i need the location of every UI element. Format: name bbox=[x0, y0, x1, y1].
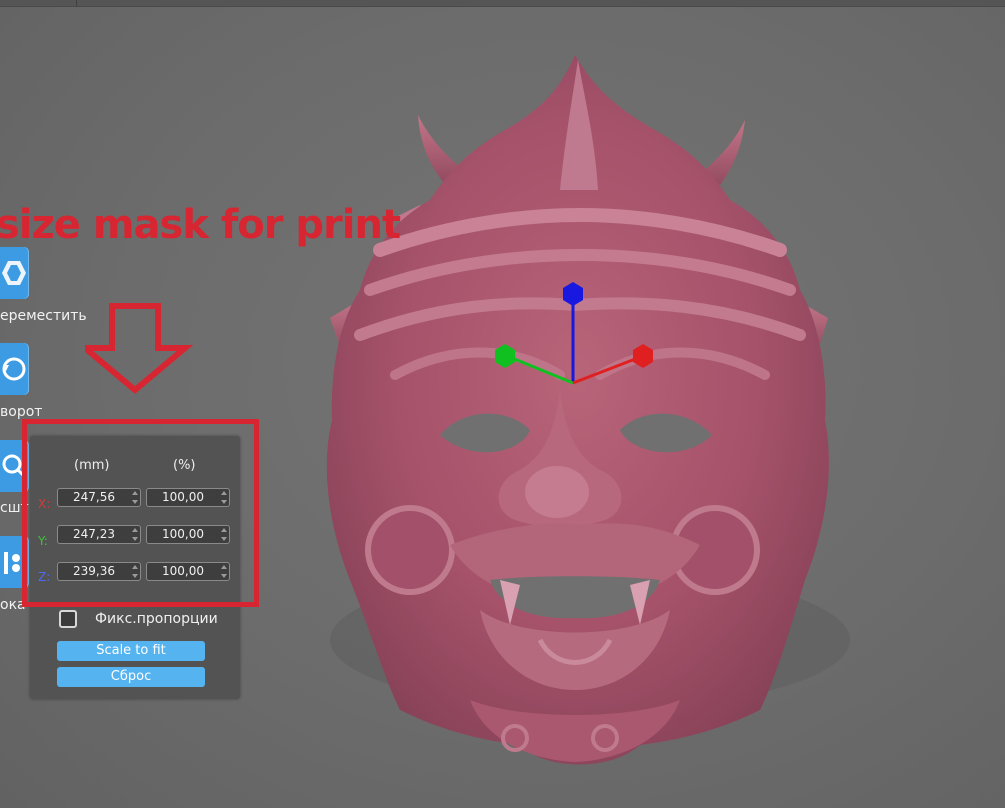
move-icon bbox=[2, 261, 26, 285]
scale-to-fit-button[interactable]: Scale to fit bbox=[57, 641, 205, 661]
lock-proportions-label: Фикс.пропорции bbox=[95, 611, 218, 627]
rotate-tool-label: ворот bbox=[0, 404, 43, 420]
move-tool-label: ереместить bbox=[0, 308, 87, 324]
annotation-title: size mask for print bbox=[0, 202, 401, 248]
left-cheek-swirl bbox=[365, 505, 455, 595]
annotation-arrow bbox=[85, 303, 194, 394]
toolbar-separator bbox=[76, 0, 77, 6]
reset-button[interactable]: Сброс bbox=[57, 667, 205, 687]
rotate-tool-button[interactable] bbox=[0, 343, 29, 395]
mask-model[interactable] bbox=[300, 40, 860, 770]
move-tool-button[interactable] bbox=[0, 247, 29, 299]
rotate-icon bbox=[2, 357, 26, 381]
nose-tip bbox=[525, 466, 589, 518]
lock-proportions-checkbox[interactable] bbox=[59, 610, 77, 628]
top-toolbar-strip bbox=[0, 0, 1005, 7]
annotation-highlight-box bbox=[22, 419, 259, 607]
